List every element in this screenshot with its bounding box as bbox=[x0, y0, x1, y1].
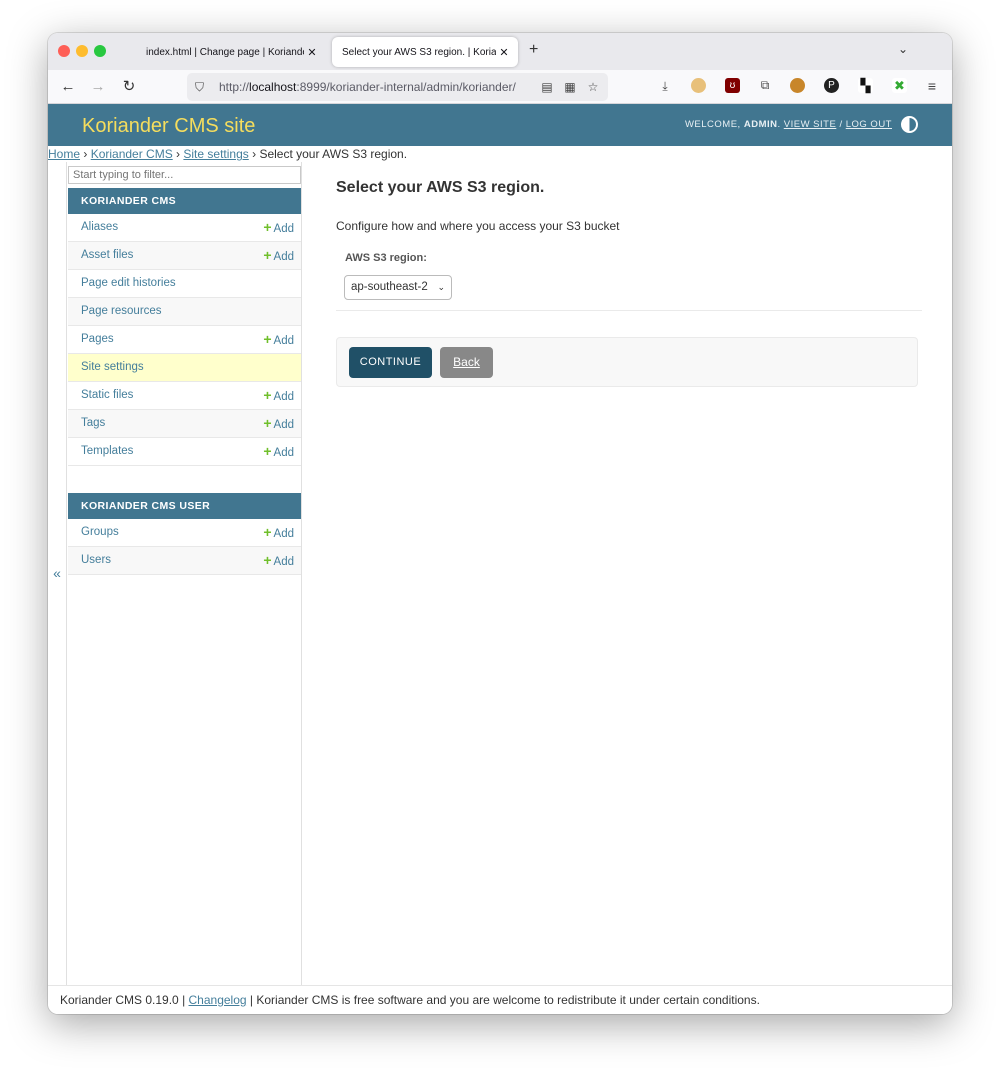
admin-header: Koriander CMS site WELCOME, ADMIN. VIEW … bbox=[48, 104, 952, 146]
module-caption-koriander-cms-user[interactable]: KORIANDER CMS USER bbox=[68, 493, 301, 519]
back-arrow-icon[interactable]: ← bbox=[58, 77, 78, 97]
bookmark-star-icon[interactable]: ☆ bbox=[585, 80, 601, 94]
grid-extension-icon[interactable]: ▚ bbox=[858, 78, 873, 93]
add-templates-button[interactable]: + Add bbox=[263, 438, 294, 467]
page-title: Select your AWS S3 region. bbox=[336, 179, 545, 196]
plus-icon: + bbox=[263, 247, 272, 263]
add-tags-button[interactable]: + Add bbox=[263, 410, 294, 439]
version-text: Koriander CMS 0.19.0 | bbox=[60, 993, 189, 1007]
add-static-files-button[interactable]: + Add bbox=[263, 382, 294, 411]
close-icon[interactable]: ✕ bbox=[304, 46, 320, 59]
reader-view-icon[interactable]: ▤ bbox=[539, 80, 555, 94]
username: ADMIN bbox=[743, 119, 778, 130]
sidebar-item-users[interactable]: Users + Add bbox=[68, 547, 301, 575]
nav-sidebar: KORIANDER CMS Aliases +Add Asset files +… bbox=[66, 162, 302, 985]
selected-region: ap-southeast-2 bbox=[351, 281, 428, 293]
sidebar-item-templates[interactable]: Templates + Add bbox=[68, 438, 301, 466]
chevron-down-icon[interactable]: ⌄ bbox=[898, 42, 908, 56]
form-description: Configure how and where you access your … bbox=[336, 219, 620, 233]
add-users-button[interactable]: + Add bbox=[263, 547, 294, 576]
add-pages-button[interactable]: + Add bbox=[263, 326, 294, 355]
separator: / bbox=[836, 119, 846, 130]
theme-toggle-icon[interactable] bbox=[901, 116, 918, 133]
tab-title: index.html | Change page | Koriander CMS bbox=[146, 46, 304, 58]
sidebar-item-asset-files[interactable]: Asset files + Add bbox=[68, 242, 301, 270]
sidebar-item-aliases[interactable]: Aliases + Add bbox=[68, 214, 301, 242]
aws-region-select[interactable]: ap-southeast-2 ⌄ bbox=[344, 275, 452, 300]
x-extension-icon[interactable]: ✖ bbox=[892, 78, 907, 93]
breadcrumb-current: Select your AWS S3 region. bbox=[259, 147, 408, 161]
p-extension-icon[interactable]: P bbox=[824, 78, 839, 93]
downloads-icon[interactable]: ⤓ bbox=[657, 79, 673, 94]
browser-window: index.html | Change page | Koriander CMS… bbox=[48, 33, 952, 1014]
continue-button[interactable]: CONTINUE bbox=[349, 347, 432, 378]
page-footer: Koriander CMS 0.19.0 | Changelog | Koria… bbox=[48, 985, 952, 1014]
submit-row: CONTINUE Back bbox=[336, 337, 918, 387]
qr-code-icon[interactable]: ▦ bbox=[562, 80, 578, 94]
address-bar[interactable]: ⛉ http://localhost:8999/koriander-intern… bbox=[187, 73, 608, 101]
plus-icon: + bbox=[263, 387, 272, 403]
plus-icon: + bbox=[263, 219, 272, 235]
new-tab-icon[interactable]: + bbox=[529, 41, 538, 59]
breadcrumb-home[interactable]: Home bbox=[48, 147, 80, 161]
plus-icon: + bbox=[263, 331, 272, 347]
log-out-link[interactable]: LOG OUT bbox=[846, 119, 892, 130]
cookie-extension-icon[interactable] bbox=[691, 78, 706, 93]
sidebar-item-page-resources[interactable]: Page resources bbox=[68, 298, 301, 326]
chevron-down-icon: ⌄ bbox=[437, 282, 445, 292]
plus-icon: + bbox=[263, 415, 272, 431]
close-icon[interactable]: ✕ bbox=[496, 46, 512, 59]
welcome-text: WELCOME, bbox=[684, 119, 744, 130]
reload-icon[interactable]: ↻ bbox=[119, 77, 139, 97]
sidebar-item-site-settings[interactable]: Site settings bbox=[68, 354, 301, 382]
divider bbox=[336, 310, 922, 311]
sidebar-item-groups[interactable]: Groups + Add bbox=[68, 519, 301, 547]
user-tools: WELCOME, ADMIN. VIEW SITE / LOG OUT bbox=[684, 119, 892, 130]
sidebar-item-pages[interactable]: Pages + Add bbox=[68, 326, 301, 354]
back-button[interactable]: Back bbox=[440, 347, 493, 378]
license-text: | Koriander CMS is free software and you… bbox=[246, 993, 760, 1007]
close-window-button[interactable] bbox=[58, 45, 70, 57]
tab-title: Select your AWS S3 region. | Koriander C… bbox=[342, 46, 496, 58]
region-field-label: AWS S3 region: bbox=[345, 252, 427, 264]
browser-tab-select-region[interactable]: Select your AWS S3 region. | Koriander C… bbox=[332, 37, 518, 67]
monkey-extension-icon[interactable] bbox=[790, 78, 805, 93]
sidebar-item-static-files[interactable]: Static files + Add bbox=[68, 382, 301, 410]
sidebar-item-page-edit-histories[interactable]: Page edit histories bbox=[68, 270, 301, 298]
breadcrumb: Home › Koriander CMS › Site settings › S… bbox=[48, 147, 408, 161]
module-caption-koriander-cms[interactable]: KORIANDER CMS bbox=[68, 188, 301, 214]
plus-icon: + bbox=[263, 524, 272, 540]
shield-icon[interactable]: ⛉ bbox=[195, 80, 209, 95]
ublock-shield-icon[interactable]: ʊ bbox=[725, 78, 740, 93]
navigation-bar: ← → ↻ ⛉ http://localhost:8999/koriander-… bbox=[48, 70, 952, 104]
minimize-window-button[interactable] bbox=[76, 45, 88, 57]
site-title[interactable]: Koriander CMS site bbox=[82, 115, 255, 138]
extensions-puzzle-icon[interactable]: ⧉ bbox=[757, 78, 773, 93]
sidebar-item-tags[interactable]: Tags + Add bbox=[68, 410, 301, 438]
add-asset-files-button[interactable]: + Add bbox=[263, 242, 294, 271]
menu-icon[interactable]: ≡ bbox=[924, 78, 940, 94]
sidebar-filter-input[interactable] bbox=[68, 166, 301, 184]
tab-strip: index.html | Change page | Koriander CMS… bbox=[48, 33, 952, 70]
breadcrumb-model[interactable]: Site settings bbox=[183, 147, 248, 161]
maximize-window-button[interactable] bbox=[94, 45, 106, 57]
plus-icon: + bbox=[263, 552, 272, 568]
browser-tab-change-page[interactable]: index.html | Change page | Koriander CMS… bbox=[136, 37, 326, 67]
changelog-link[interactable]: Changelog bbox=[189, 993, 247, 1007]
add-groups-button[interactable]: + Add bbox=[263, 519, 294, 548]
url-text[interactable]: http://localhost:8999/koriander-internal… bbox=[219, 80, 529, 94]
forward-arrow-icon[interactable]: → bbox=[88, 77, 108, 97]
view-site-link[interactable]: VIEW SITE bbox=[784, 119, 837, 130]
add-aliases-button[interactable]: + Add bbox=[263, 214, 294, 243]
collapse-sidebar-button[interactable]: « bbox=[48, 565, 66, 581]
plus-icon: + bbox=[263, 443, 272, 459]
breadcrumb-app[interactable]: Koriander CMS bbox=[91, 147, 173, 161]
